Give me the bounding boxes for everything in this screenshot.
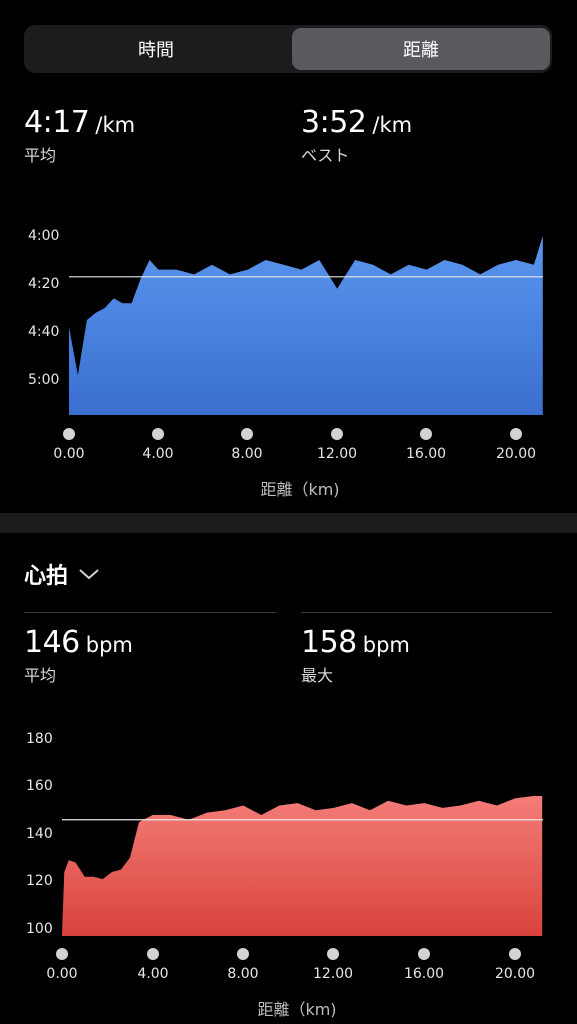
pace-x-dot [241, 428, 253, 440]
hr-x-tick: 20.00 [494, 966, 536, 982]
hr-x-tick: 12.00 [312, 966, 354, 982]
hr-y-tick: 100 [26, 921, 53, 937]
hr-x-dot [237, 948, 249, 960]
divider [24, 612, 276, 613]
pace-x-dot [510, 428, 522, 440]
heart-rate-max-unit: bpm [362, 633, 410, 657]
heart-rate-average-value: 146 [24, 625, 80, 660]
heart-rate-metric-selector[interactable]: 心拍 [24, 558, 100, 590]
pace-x-tick: 20.00 [495, 446, 537, 462]
section-separator [0, 513, 577, 533]
hr-y-tick: 160 [26, 778, 53, 794]
heart-rate-average-label: 平均 [24, 666, 57, 685]
hr-x-tick: 0.00 [46, 966, 78, 982]
heart-rate-max-value: 158 [301, 625, 357, 660]
pace-x-tick: 12.00 [316, 446, 358, 462]
hr-x-tick: 8.00 [227, 966, 259, 982]
chevron-down-icon [79, 569, 99, 580]
hr-x-dot [147, 948, 159, 960]
hr-y-tick: 180 [26, 731, 53, 747]
hr-y-tick: 120 [26, 873, 53, 889]
heart-rate-average-unit: bpm [85, 633, 133, 657]
pace-x-tick: 4.00 [142, 446, 174, 462]
pace-x-tick: 8.00 [231, 446, 263, 462]
heart-rate-area [62, 796, 543, 936]
pace-x-tick: 0.00 [53, 446, 85, 462]
hr-y-tick: 140 [26, 826, 53, 842]
pace-x-dot [63, 428, 75, 440]
pace-x-dot [152, 428, 164, 440]
hr-x-axis-label: 距離（km) [257, 1000, 337, 1019]
pace-area [69, 236, 543, 415]
heart-rate-max-label: 最大 [301, 666, 334, 685]
hr-x-dot [418, 948, 430, 960]
heart-rate-max: 158 bpm 最大 [301, 626, 410, 686]
heart-rate-average: 146 bpm 平均 [24, 626, 133, 686]
heart-rate-title: 心拍 [24, 564, 69, 589]
divider [301, 612, 552, 613]
pace-x-dot [420, 428, 432, 440]
hr-x-tick: 16.00 [403, 966, 445, 982]
pace-x-tick: 16.00 [405, 446, 447, 462]
hr-x-dot [56, 948, 68, 960]
charts-canvas [62, 236, 543, 936]
hr-x-tick: 4.00 [137, 966, 169, 982]
hr-x-dot [509, 948, 521, 960]
pace-x-dot [331, 428, 343, 440]
pace-x-axis-label: 距離（km) [260, 480, 340, 499]
hr-x-dot [327, 948, 339, 960]
